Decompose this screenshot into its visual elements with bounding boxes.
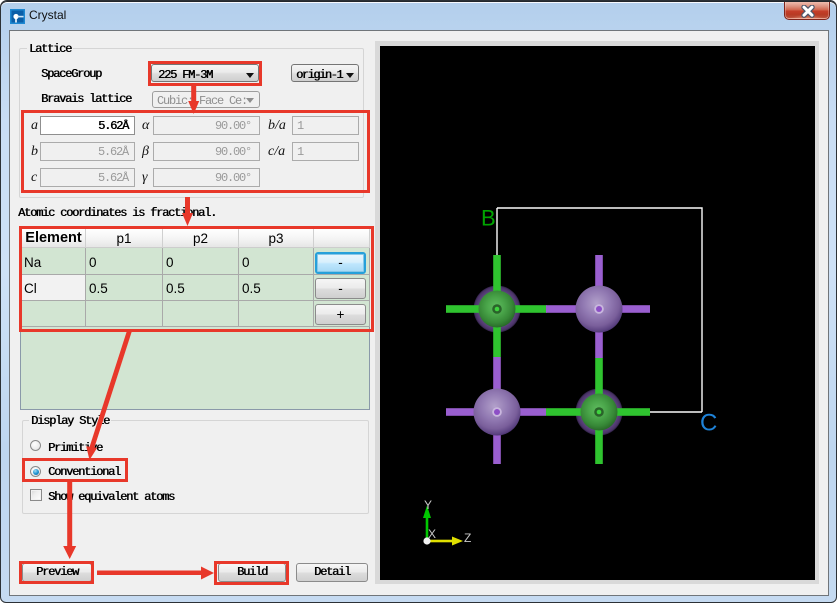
svg-text:Y: Y bbox=[424, 498, 432, 512]
svg-text:C: C bbox=[700, 410, 717, 437]
svg-text:B: B bbox=[481, 206, 496, 231]
svg-text:X: X bbox=[428, 527, 436, 541]
svg-text:Z: Z bbox=[464, 531, 471, 545]
